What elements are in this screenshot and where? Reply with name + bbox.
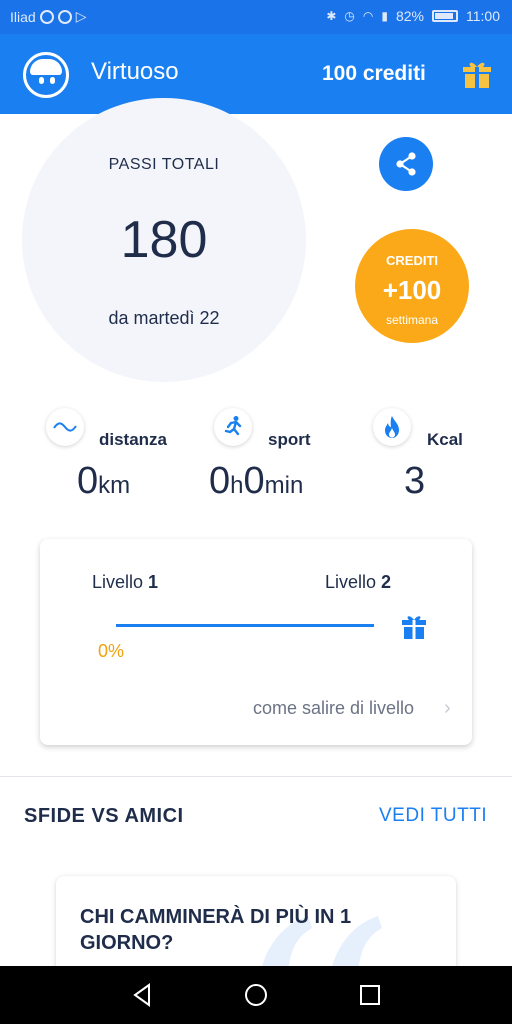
current-level-label: Livello (92, 572, 144, 592)
signal-icon: ▮ (381, 9, 388, 23)
battery-percent: 82% (395, 8, 424, 24)
level-progress-track (116, 624, 374, 627)
runner-icon (214, 408, 252, 446)
level-progress-percent: 0% (98, 641, 125, 661)
section-divider (0, 776, 512, 777)
stat-kcal: Kcal 3 (373, 404, 512, 504)
steps-value: 180 (120, 211, 208, 269)
whatsapp-icon (57, 9, 72, 24)
stat-sport-value: 0h0min (209, 460, 303, 503)
status-right: ✱ ◷ ◠ ▮ 82% 11:00 (326, 8, 500, 24)
level-title: Virtuoso (91, 58, 179, 85)
play-icon: ▷ (75, 8, 87, 24)
distance-number: 0 (77, 460, 99, 502)
challenge-title: CHI CAMMINERÀ DI PIÙ IN 1 GIORNO? (80, 906, 352, 954)
wave-icon (46, 408, 84, 446)
sport-hours: 0 (209, 460, 231, 502)
stat-sport-label: sport (268, 430, 311, 449)
carrier-label: Iliad (10, 8, 36, 25)
credits-badge-period: settimana (385, 313, 439, 327)
bluetooth-icon: ✱ (326, 9, 337, 23)
gift-icon[interactable] (401, 614, 427, 640)
app-bar: Virtuoso 100 crediti (0, 34, 512, 114)
share-button[interactable] (379, 137, 433, 191)
credits-count[interactable]: 100 crediti (322, 62, 426, 86)
challenges-section-title: SFIDE VS AMICI (24, 805, 184, 827)
sport-minutes: 0 (243, 460, 265, 502)
sport-minutes-unit: min (264, 472, 304, 499)
clock: 11:00 (466, 8, 500, 24)
steps-since: da martedì 22 (108, 308, 220, 328)
challenge-card[interactable]: CHI CAMMINERÀ DI PIÙ IN 1 GIORNO? (56, 876, 456, 976)
next-level-label: Livello (325, 572, 377, 592)
distance-unit: km (98, 472, 131, 499)
stat-distance-label: distanza (99, 430, 168, 449)
alarm-icon: ◷ (344, 9, 355, 23)
current-level-number: 1 (148, 572, 159, 592)
credits-badge-value: +100 (382, 275, 442, 305)
stat-kcal-label: Kcal (427, 430, 463, 449)
recent-apps-icon[interactable] (356, 981, 384, 1009)
next-level: Livello 2 (325, 572, 391, 593)
next-level-number: 2 (381, 572, 392, 592)
credits-badge-title: CREDITI (386, 253, 438, 268)
flame-icon (373, 408, 411, 446)
system-nav-bar (0, 966, 512, 1024)
how-to-level-up-link[interactable]: come salire di livello (253, 698, 414, 719)
see-all-button[interactable]: VEDI TUTTI (379, 805, 487, 827)
current-level: Livello 1 (92, 572, 158, 593)
battery-icon (432, 10, 458, 22)
weekly-credits-badge[interactable]: CREDITI +100 settimana (355, 229, 469, 343)
phone-icon (39, 9, 54, 24)
steps-label: PASSI TOTALI (108, 156, 220, 173)
status-bar: Iliad ▷ ✱ ◷ ◠ ▮ 82% 11:00 (0, 0, 512, 34)
avatar-icon[interactable] (23, 52, 69, 98)
level-card: Livello 1 Livello 2 0% come salire di li… (40, 539, 472, 745)
stat-distance: distanza 0km (46, 404, 196, 504)
back-icon[interactable] (129, 981, 157, 1009)
wifi-icon: ◠ (362, 9, 374, 23)
gift-icon[interactable] (462, 60, 492, 90)
sport-hours-unit: h (230, 472, 244, 499)
stat-kcal-value: 3 (404, 460, 426, 502)
chevron-right-icon[interactable]: › (444, 697, 451, 720)
share-icon (396, 152, 416, 176)
stat-sport: sport 0h0min (209, 404, 364, 504)
stat-distance-value: 0km (77, 460, 130, 503)
home-icon[interactable] (242, 981, 270, 1009)
status-left: Iliad ▷ (10, 8, 86, 25)
steps-summary: PASSI TOTALI 180 da martedì 22 (22, 98, 306, 382)
